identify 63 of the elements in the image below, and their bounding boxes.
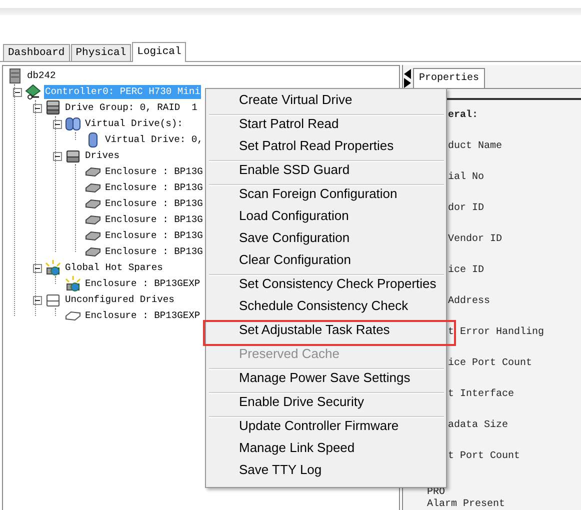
tree-item[interactable]: Enclosure : BP13G xyxy=(104,245,204,259)
tree-item[interactable]: Enclosure : BP13GEXP xyxy=(84,277,202,291)
drive-stack-icon xyxy=(65,148,81,164)
tree-item[interactable]: Enclosure : BP13G xyxy=(104,197,204,211)
tab[interactable]: Physical xyxy=(70,44,132,61)
tree-item[interactable]: Enclosure : BP13GEXP xyxy=(84,309,202,323)
tab[interactable]: Dashboard xyxy=(3,44,70,61)
property-label: Address xyxy=(447,294,492,309)
tree-item[interactable]: db242 xyxy=(26,69,57,83)
tree-item[interactable]: Global Hot Spares xyxy=(64,261,164,275)
collapse-icon[interactable] xyxy=(32,264,42,272)
menu-item[interactable]: Scan Foreign Configuration xyxy=(208,186,444,208)
globe-icon xyxy=(65,276,81,292)
collapse-icon[interactable] xyxy=(12,88,22,96)
property-label: Vendor ID xyxy=(447,232,504,247)
tab[interactable]: Logical xyxy=(132,42,186,62)
tree-item[interactable]: Enclosure : BP13G xyxy=(104,229,204,243)
property-label: adata Size xyxy=(447,418,510,433)
collapse-icon[interactable] xyxy=(32,104,42,112)
property-label: ice Port Count xyxy=(447,356,534,371)
drive-stack-icon xyxy=(45,292,61,308)
menu-item[interactable]: Create Virtual Drive xyxy=(208,92,444,114)
property-label: ial No xyxy=(447,170,486,185)
property-label: t Error Handling xyxy=(447,326,546,340)
tree-item[interactable]: Virtual Drive(s): xyxy=(84,117,184,131)
menu-item[interactable]: Schedule Consistency Check xyxy=(208,298,444,320)
collapse-icon[interactable] xyxy=(52,152,62,160)
section-heading: eral: xyxy=(447,108,480,123)
cylinders-icon xyxy=(65,116,81,132)
collapse-icon[interactable] xyxy=(52,120,62,128)
property-label: duct Name xyxy=(447,140,504,154)
menu-item[interactable]: Load Configuration xyxy=(208,208,444,230)
menu-item[interactable]: Set Consistency Check Properties xyxy=(208,276,444,298)
tab[interactable]: Properties xyxy=(413,68,486,88)
tree-item[interactable]: Enclosure : BP13G xyxy=(104,181,204,195)
menu-item[interactable]: Update Controller Firmware xyxy=(208,418,444,440)
menu-item[interactable]: Enable SSD Guard xyxy=(208,162,444,184)
tree-item[interactable]: Enclosure : BP13G xyxy=(104,213,204,227)
tree-item[interactable]: Enclosure : BP13G xyxy=(104,165,204,179)
drive-stack-icon xyxy=(45,100,61,116)
property-label: Alarm Present xyxy=(427,499,506,510)
property-label: dor ID xyxy=(447,202,486,216)
menu-item[interactable]: Save Configuration xyxy=(208,230,444,252)
menu-item[interactable]: Manage Link Speed xyxy=(208,440,444,462)
globe-icon xyxy=(45,260,61,276)
property-label: t Interface xyxy=(447,388,516,402)
server-icon xyxy=(7,68,23,84)
tree-item[interactable]: Virtual Drive: 0, xyxy=(104,133,204,147)
menu-item[interactable]: Save TTY Log xyxy=(208,462,444,484)
menu-item[interactable]: Set Adjustable Task Rates xyxy=(208,322,444,344)
menu-item[interactable]: Enable Drive Security xyxy=(208,394,444,416)
tree-item[interactable]: Drives xyxy=(84,149,121,163)
tree-item[interactable]: Drive Group: 0, RAID 1 xyxy=(64,101,198,115)
menu-item[interactable]: Start Patrol Read xyxy=(208,116,444,138)
collapse-icon[interactable] xyxy=(32,296,42,304)
controller-icon xyxy=(25,84,41,100)
property-label: ice ID xyxy=(447,264,486,278)
menu-item[interactable]: Manage Power Save Settings xyxy=(208,370,444,392)
menu-item[interactable]: Set Patrol Read Properties xyxy=(208,138,444,160)
tree-item[interactable]: Unconfigured Drives xyxy=(64,293,176,307)
tab-scroll-icon[interactable] xyxy=(403,68,412,88)
menu-item[interactable]: Clear Configuration xyxy=(208,252,444,274)
property-label: t Port Count xyxy=(447,450,522,464)
